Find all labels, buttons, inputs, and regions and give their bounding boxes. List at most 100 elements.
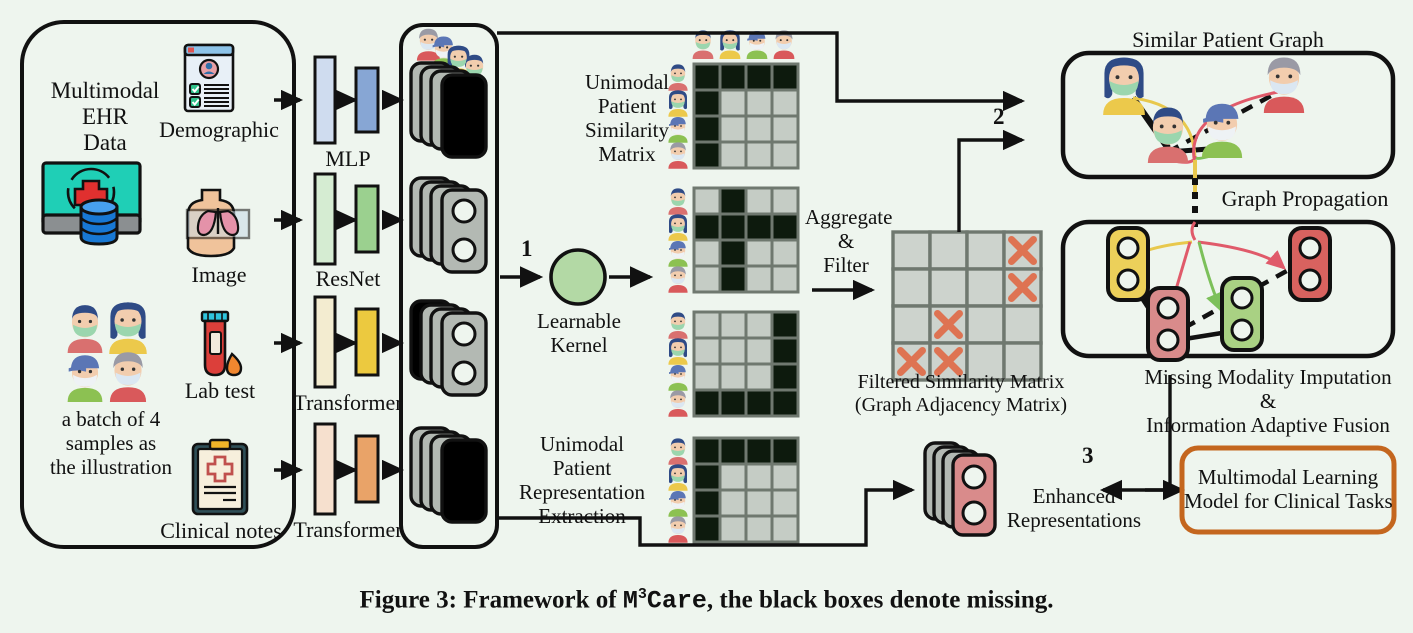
step-number-3: 3 [1082, 443, 1094, 468]
matrix-cell [718, 238, 748, 268]
matrix-cell [744, 114, 774, 144]
matrix-cell [770, 436, 800, 466]
learnable-kernel-label: Learnable Kernel [537, 309, 621, 357]
enhanced-representations-label: Enhanced Representations [1006, 484, 1142, 532]
filtered-matrix-cell [928, 230, 969, 271]
caption-prefix: Figure 3: Framework of [359, 586, 623, 614]
caption-suffix: , the black boxes denote missing. [706, 586, 1054, 614]
matrix-cell [770, 362, 800, 392]
fusion-label: Missing Modality Imputation & Informatio… [1144, 365, 1392, 437]
step-number-1: 1 [521, 236, 533, 261]
aggregate-filter-label: Aggregate & Filter [805, 205, 893, 277]
modality-label-image: Image [191, 262, 247, 287]
filtered-similarity-matrix [891, 230, 1043, 382]
matrix-cell [744, 362, 774, 392]
matrix-cell [718, 310, 748, 340]
caption-model: M [622, 586, 638, 616]
matrix-row-patient-avatar [668, 188, 688, 215]
enhanced-representation-stack [923, 441, 997, 537]
matrix-cell [744, 462, 774, 492]
matrix-cell [692, 388, 722, 418]
node-red-left [1146, 286, 1190, 362]
representation-stack-demographic [409, 61, 488, 159]
matrix-row-patient-avatar [668, 390, 688, 417]
matrix-cell [770, 88, 800, 118]
matrix-cell [744, 310, 774, 340]
matrix-cell [744, 436, 774, 466]
representation-stack-image [409, 176, 488, 274]
filtered-matrix-cell [891, 304, 932, 345]
output-box-label: Multimodal Learning Model for Clinical T… [1184, 465, 1393, 513]
matrix-row-patient-avatar [668, 516, 688, 543]
matrix-cell [692, 462, 722, 492]
matrix-cell [744, 238, 774, 268]
matrix-cell [770, 212, 800, 242]
matrix-cell [718, 140, 748, 170]
matrix-cell [744, 488, 774, 518]
encoder-label-transformer-lab: Transformer [293, 390, 403, 415]
ehr-database-monitor-icon [41, 161, 142, 246]
matrix-row-patient-avatar [668, 266, 688, 293]
matrix-cell [692, 362, 722, 392]
matrix-cell [744, 186, 774, 216]
matrix-row-patient-avatar [668, 464, 688, 491]
matrix-cell [770, 488, 800, 518]
matrix-cell [770, 186, 800, 216]
similarity-matrix-label: Unimodal Patient Similarity Matrix [585, 70, 669, 166]
matrix-cell [692, 264, 722, 294]
matrix-cell [770, 336, 800, 366]
matrix-row-patient-avatar [668, 438, 688, 465]
demographic-similarity-matrix [692, 62, 800, 170]
encoder-label-resnet: ResNet [315, 266, 381, 291]
encoder-label-mlp: MLP [325, 146, 371, 171]
representation-stack-clinical-notes [409, 426, 488, 524]
matrix-cell [718, 388, 748, 418]
matrix-cell [744, 140, 774, 170]
matrix-cell [718, 488, 748, 518]
matrix-cell [718, 88, 748, 118]
matrix-cell [718, 264, 748, 294]
filtered-matrix-cell [1002, 304, 1043, 345]
lab-test-similarity-matrix [692, 310, 800, 418]
demographic-form-icon [183, 43, 235, 113]
matrix-cell [692, 336, 722, 366]
unimodal-extraction-label: Unimodal Patient Representation Extracti… [519, 432, 645, 528]
matrix-row-patient-avatar [668, 312, 688, 339]
matrix-cell [692, 114, 722, 144]
caption-model-suffix: Care [646, 586, 707, 616]
matrix-cell [770, 310, 800, 340]
caption-superscript: 3 [637, 586, 647, 603]
node-red-right [1288, 226, 1332, 302]
matrix-cell [692, 212, 722, 242]
figure-root: Multimodal EHR Data Demographic Image La… [0, 0, 1413, 633]
matrix-cell [744, 264, 774, 294]
matrix-cell [770, 62, 800, 92]
matrix-cell [770, 264, 800, 294]
clinical-notes-similarity-matrix [692, 436, 800, 544]
matrix-cell [718, 336, 748, 366]
matrix-cell [744, 212, 774, 242]
matrix-cell [744, 336, 774, 366]
matrix-row-patient-avatar [668, 241, 688, 267]
matrix-cell [692, 488, 722, 518]
modality-label-demographic: Demographic [159, 117, 279, 142]
modality-label-lab-test: Lab test [184, 378, 256, 403]
matrix-cell [692, 62, 722, 92]
matrix-cell [718, 462, 748, 492]
matrix-cell [692, 514, 722, 544]
chest-xray-icon [185, 188, 251, 258]
filtered-matrix-cell [928, 267, 969, 308]
matrix-cell [770, 514, 800, 544]
propagation-nodes [1106, 226, 1332, 362]
matrix-cell [770, 114, 800, 144]
blood-test-tube-icon [200, 310, 243, 377]
filtered-matrix-cell [965, 230, 1006, 271]
matrix-cell [744, 62, 774, 92]
matrix-row-patient-avatar [668, 365, 688, 391]
matrix-cell [718, 186, 748, 216]
matrix-row-patient-avatar [668, 214, 688, 241]
matrix-cell [692, 436, 722, 466]
matrix-cell [692, 186, 722, 216]
filtered-matrix-cell [891, 230, 932, 271]
similarity-matrices [692, 62, 800, 544]
